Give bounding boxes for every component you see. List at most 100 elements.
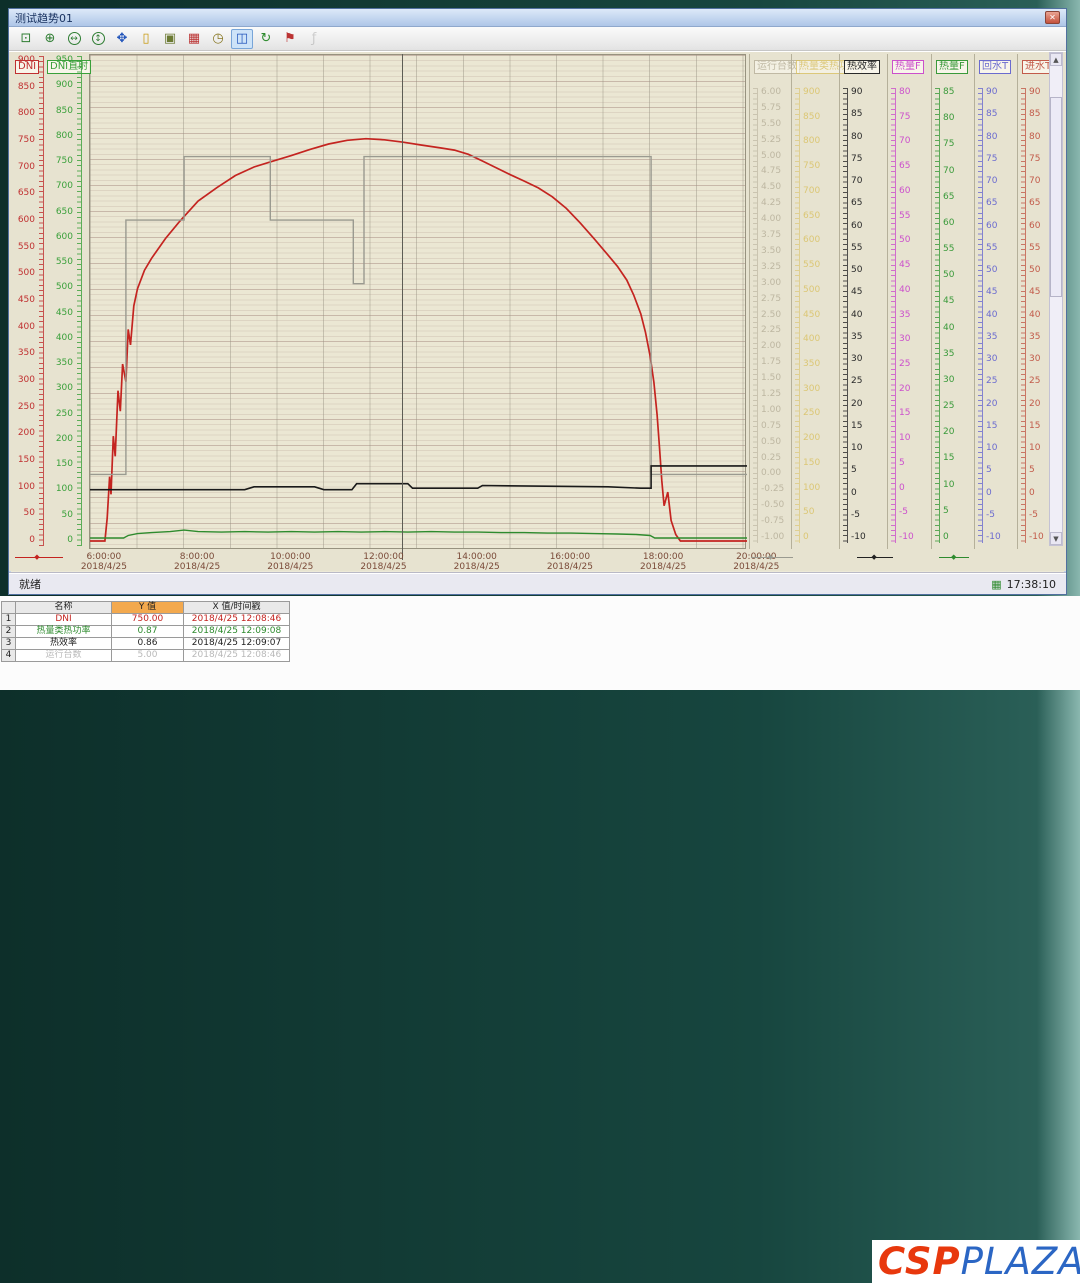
axis-tick-label: 90 xyxy=(986,88,997,97)
x-axis-time: 18:00:00 xyxy=(631,552,695,562)
axis-tick-label: 10 xyxy=(899,434,910,443)
axis-tick-label: -5 xyxy=(986,511,995,520)
axis-label-eff[interactable]: 热效率 xyxy=(844,60,880,74)
axis-tick-label: 0 xyxy=(899,484,905,493)
time-range-icon[interactable]: ◷ xyxy=(207,29,229,49)
axes-scrollbar[interactable]: ▲▼ xyxy=(1049,52,1063,546)
axis-tick-label: -1.00 xyxy=(761,533,784,542)
x-axis-label: 10:00:002018/4/25 xyxy=(258,552,322,571)
axis-range-slider[interactable]: ◆ xyxy=(15,554,63,562)
axis-tick-label: -10 xyxy=(851,533,866,542)
axis-scale-icon[interactable]: ▯ xyxy=(135,29,157,49)
refresh-icon[interactable]: ↻ xyxy=(255,29,277,49)
axis-tick-label: 900 xyxy=(803,88,820,97)
pan-icon[interactable]: ✥ xyxy=(111,29,133,49)
axis-tick-label: 600 xyxy=(803,236,820,245)
y-value-cell: 0.87 xyxy=(112,626,184,638)
axis-tick-label: 1.25 xyxy=(761,390,781,399)
axis-tick-label: 600 xyxy=(11,216,35,225)
axis-tick-label: 20 xyxy=(899,385,910,394)
export-image-icon[interactable]: ▣ xyxy=(159,29,181,49)
axis-tick-label: 35 xyxy=(986,333,997,342)
axis-tick-label: 55 xyxy=(943,245,954,254)
axis-tick-label: 300 xyxy=(803,385,820,394)
axis-tick-label: 0.00 xyxy=(761,469,781,478)
axis-tick-label: 650 xyxy=(49,208,73,217)
csp-plaza-logo: CSPPLAZA xyxy=(872,1240,1080,1283)
zoom-region-icon[interactable]: ⊡ xyxy=(15,29,37,49)
table-row[interactable]: 1DNI750.002018/4/25 12:08:46 xyxy=(2,614,290,626)
formula-icon[interactable]: ƒ xyxy=(303,29,325,49)
x-axis-date: 2018/4/25 xyxy=(352,562,416,571)
axis-tick-label: 1.75 xyxy=(761,358,781,367)
title-bar[interactable]: 测试趋势01 ✕ xyxy=(9,9,1066,27)
value-table: 名称Y 值X 值/时间戳 1DNI750.002018/4/25 12:08:4… xyxy=(1,601,290,662)
grid-settings-icon[interactable]: ▦ xyxy=(183,29,205,49)
axis-tick-label: 65 xyxy=(1029,199,1040,208)
zoom-in-icon[interactable]: ⊕ xyxy=(39,29,61,49)
axis-tick-label: 85 xyxy=(1029,110,1040,119)
table-row[interactable]: 3热效率0.862018/4/25 12:09:07 xyxy=(2,638,290,650)
axis-ticks-inlet_t xyxy=(1021,88,1026,543)
axis-tick-label: 3.75 xyxy=(761,231,781,240)
table-header-y-value[interactable]: Y 值 xyxy=(112,602,184,614)
x-axis-date: 2018/4/25 xyxy=(72,562,136,571)
x-axis-time: 8:00:00 xyxy=(165,552,229,562)
axis-tick-label: 65 xyxy=(943,193,954,202)
x-axis-time: 14:00:00 xyxy=(445,552,509,562)
scroll-up-icon[interactable]: ▲ xyxy=(1050,53,1062,66)
axis-tick-label: 90 xyxy=(1029,88,1040,97)
axis-tick-label: 700 xyxy=(803,187,820,196)
axis-tick-label: 5.00 xyxy=(761,152,781,161)
axis-tick-label: 25 xyxy=(986,377,997,386)
axis-range-slider[interactable]: ◆ xyxy=(939,554,969,562)
chart-cursor-line[interactable] xyxy=(402,54,403,560)
table-row[interactable]: 4运行台数5.002018/4/25 12:08:46 xyxy=(2,650,290,662)
row-number: 1 xyxy=(2,614,16,626)
window-title: 测试趋势01 xyxy=(15,10,73,26)
axis-tick-label: 550 xyxy=(11,243,35,252)
axis-range-slider[interactable]: ◆ xyxy=(857,554,893,562)
axis-tick-label: 900 xyxy=(11,56,35,65)
plot-area[interactable] xyxy=(89,54,746,549)
scrollbar-thumb[interactable] xyxy=(1050,97,1062,297)
axis-label-flow1[interactable]: 热量F xyxy=(892,60,924,74)
close-button[interactable]: ✕ xyxy=(1045,11,1060,24)
axis-tick-label: 5.75 xyxy=(761,104,781,113)
table-header-name[interactable]: 名称 xyxy=(16,602,112,614)
axis-tick-label: 15 xyxy=(851,422,862,431)
axis-tick-label: 650 xyxy=(803,212,820,221)
axis-ticks-units xyxy=(753,88,758,543)
axis-tick-label: 500 xyxy=(11,269,35,278)
axis-tick-label: -0.25 xyxy=(761,485,784,494)
table-row[interactable]: 2热量类热功率0.872018/4/25 12:09:08 xyxy=(2,626,290,638)
axis-label-flow2[interactable]: 热量F xyxy=(936,60,968,74)
zoom-vertical-glyph: ↕ xyxy=(92,32,105,45)
axis-tick-label: 50 xyxy=(1029,266,1040,275)
axis-tick-label: 10 xyxy=(986,444,997,453)
zoom-vertical-icon[interactable]: ↕ xyxy=(87,29,109,49)
axis-range-slider[interactable]: ◆ xyxy=(751,554,793,562)
axis-label-return_t[interactable]: 回水T xyxy=(979,60,1011,74)
scroll-down-icon[interactable]: ▼ xyxy=(1050,532,1062,545)
status-bar: 就绪 ▦ 17:38:10 xyxy=(9,573,1066,594)
slider-knob-icon[interactable]: ◆ xyxy=(871,553,876,561)
x-axis-date: 2018/4/25 xyxy=(258,562,322,571)
slider-knob-icon[interactable]: ◆ xyxy=(768,553,773,561)
slider-knob-icon[interactable]: ◆ xyxy=(951,553,956,561)
axis-tick-label: 450 xyxy=(49,309,73,318)
axis-tick-label: 250 xyxy=(803,409,820,418)
axis-tick-label: 45 xyxy=(986,288,997,297)
zoom-horizontal-icon[interactable]: ↔ xyxy=(63,29,85,49)
slider-knob-icon[interactable]: ◆ xyxy=(34,553,39,561)
series-line xyxy=(90,530,747,538)
cursor-icon[interactable]: ◫ xyxy=(231,29,253,49)
time-range-glyph: ◷ xyxy=(212,31,223,46)
axis-tick-label: 0 xyxy=(11,536,35,545)
axis-tick-label: 65 xyxy=(986,199,997,208)
table-header-x-value[interactable]: X 值/时间戳 xyxy=(184,602,290,614)
axis-tick-label: -5 xyxy=(899,508,908,517)
axis-tick-label: 60 xyxy=(851,222,862,231)
axis-tick-label: 650 xyxy=(11,189,35,198)
annotation-icon[interactable]: ⚑ xyxy=(279,29,301,49)
